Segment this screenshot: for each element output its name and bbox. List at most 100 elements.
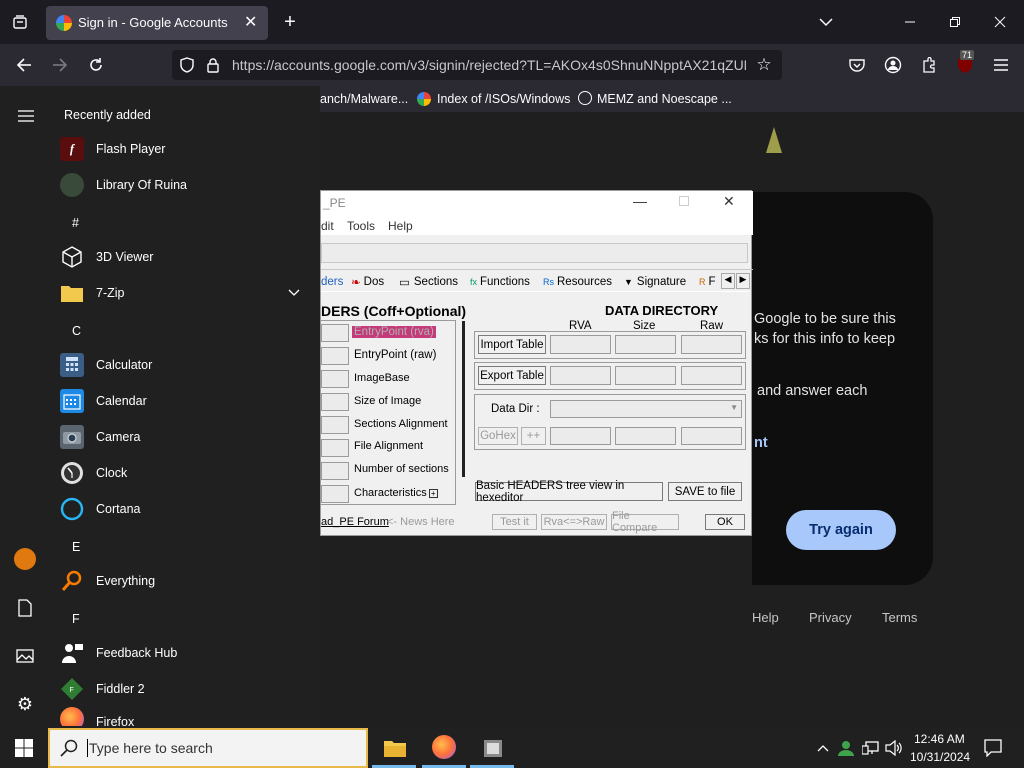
settings-gear-icon[interactable]: ⚙ <box>14 693 36 715</box>
app-calendar[interactable]: Calendar <box>60 383 147 419</box>
sections-alignment-value[interactable] <box>321 416 349 434</box>
account-icon[interactable] <box>882 54 904 76</box>
app-camera[interactable]: Camera <box>60 419 140 455</box>
tab-signature[interactable]: ▼ Signature <box>624 273 686 291</box>
entrypoint-raw-value[interactable] <box>321 347 349 365</box>
import-size-field[interactable] <box>615 335 676 354</box>
back-icon[interactable] <box>12 53 36 77</box>
expand-menu-icon[interactable] <box>14 106 38 126</box>
new-tab-icon[interactable]: + <box>278 10 302 34</box>
show-hidden-icons-chevron[interactable] <box>814 738 832 758</box>
notification-center-icon[interactable] <box>982 737 1004 759</box>
data-dir-rva-field[interactable] <box>550 427 611 445</box>
menu-tools[interactable]: Tools <box>347 219 375 233</box>
people-tray-icon[interactable] <box>836 738 856 758</box>
tab-overview-icon[interactable] <box>8 10 32 34</box>
lock-icon[interactable] <box>204 56 222 74</box>
section-letter[interactable]: F <box>72 612 80 626</box>
menu-help[interactable]: Help <box>388 219 413 233</box>
data-dir-raw-field[interactable] <box>681 427 742 445</box>
data-dir-size-field[interactable] <box>615 427 676 445</box>
app-everything[interactable]: Everything <box>60 563 155 599</box>
app-fiddler-2[interactable]: F Fiddler 2 <box>60 671 145 707</box>
imagebase-value[interactable] <box>321 370 349 388</box>
footer-terms-link[interactable]: Terms <box>882 610 917 625</box>
bookmark-item[interactable]: anch/Malware... <box>320 92 408 106</box>
clock-time[interactable]: 12:46 AM <box>914 732 965 746</box>
test-it-button[interactable]: Test it <box>492 514 537 530</box>
app-3d-viewer[interactable]: 3D Viewer <box>60 239 153 275</box>
pocket-icon[interactable] <box>846 54 868 76</box>
app-flash-player[interactable]: f Flash Player <box>60 131 165 167</box>
file-compare-button[interactable]: File Compare <box>611 510 679 534</box>
reload-icon[interactable] <box>84 53 108 77</box>
export-size-field[interactable] <box>615 366 676 385</box>
basic-headers-tree-button[interactable]: Basic HEADERS tree view in hexeditor <box>475 480 663 504</box>
browser-tab[interactable]: Sign in - Google Accounts ✕ <box>46 6 268 40</box>
number-of-sections-value[interactable] <box>321 462 349 480</box>
tab-scroll-right-icon[interactable]: ▶ <box>736 273 750 289</box>
list-tabs-chevron-icon[interactable] <box>814 10 838 34</box>
file-path-field[interactable] <box>321 243 748 263</box>
bookmark-item[interactable]: Index of /ISOs/Windows <box>437 92 570 106</box>
file-alignment-value[interactable] <box>321 439 349 457</box>
app-7-zip[interactable]: 7-Zip <box>60 275 300 311</box>
import-raw-field[interactable] <box>681 335 742 354</box>
import-rva-field[interactable] <box>550 335 611 354</box>
bookmark-star-icon[interactable]: ☆ <box>754 55 774 75</box>
app-library-of-ruina[interactable]: Library Of Ruina <box>60 167 187 203</box>
app-clock[interactable]: Clock <box>60 455 127 491</box>
tab-resources[interactable]: Rs Resources <box>543 273 612 291</box>
save-to-file-button[interactable]: SAVE to file <box>668 482 742 501</box>
tab-scroll-left-icon[interactable]: ◀ <box>721 273 735 289</box>
export-table-button[interactable]: Export Table <box>478 366 546 385</box>
footer-privacy-link[interactable]: Privacy <box>809 610 852 625</box>
plusplus-button[interactable]: ++ <box>521 427 546 445</box>
data-dir-select[interactable]: ▼ <box>550 400 742 418</box>
documents-icon[interactable] <box>14 597 36 619</box>
studpe-maximize-icon[interactable] <box>679 196 689 206</box>
extensions-icon[interactable] <box>918 54 940 76</box>
tab-dos[interactable]: ❧ Dos <box>351 273 384 291</box>
close-tab-icon[interactable]: ✕ <box>244 12 257 32</box>
chevron-down-icon[interactable] <box>288 286 300 300</box>
import-table-button[interactable]: Import Table <box>478 335 546 354</box>
rva-raw-button[interactable]: Rva<=>Raw <box>541 514 607 530</box>
export-raw-field[interactable] <box>681 366 742 385</box>
export-rva-field[interactable] <box>550 366 611 385</box>
characteristics-value[interactable] <box>321 485 349 503</box>
hamburger-menu-icon[interactable] <box>990 54 1012 76</box>
tab-headers[interactable]: ders <box>321 273 343 291</box>
section-letter[interactable]: E <box>72 540 80 554</box>
forum-link[interactable]: ad_PE Forum <box>321 516 389 528</box>
forward-icon[interactable] <box>48 53 72 77</box>
address-bar[interactable]: https://accounts.google.com/v3/signin/re… <box>172 50 782 80</box>
taskbar-search-box[interactable]: Type here to search <box>48 728 368 768</box>
pictures-icon[interactable] <box>14 645 36 667</box>
expand-plus-icon[interactable]: + <box>428 489 438 498</box>
section-letter[interactable]: # <box>72 216 79 230</box>
studpe-taskbar-icon[interactable] <box>480 736 506 760</box>
tab-sections[interactable]: ▭ Sections <box>399 273 458 291</box>
close-window-icon[interactable] <box>988 10 1012 34</box>
minimize-icon[interactable] <box>898 10 922 34</box>
try-again-button[interactable]: Try again <box>786 510 896 550</box>
restore-icon[interactable] <box>943 10 967 34</box>
ok-button[interactable]: OK <box>705 514 745 530</box>
network-icon[interactable] <box>861 738 881 758</box>
bookmark-item[interactable]: MEMZ and Noescape ... <box>597 92 732 106</box>
studpe-close-icon[interactable]: ✕ <box>723 193 735 210</box>
user-avatar[interactable] <box>14 548 36 570</box>
volume-icon[interactable] <box>884 738 904 758</box>
tab-functions[interactable]: fx Functions <box>470 273 530 291</box>
gohex-button[interactable]: GoHex <box>478 427 518 445</box>
characteristics-label[interactable]: Characteristics + <box>354 487 438 499</box>
app-cortana[interactable]: Cortana <box>60 491 140 527</box>
file-explorer-icon[interactable] <box>382 736 408 760</box>
tracking-shield-icon[interactable] <box>178 56 196 74</box>
app-calculator[interactable]: Calculator <box>60 347 152 383</box>
menu-edit[interactable]: dit <box>321 219 334 233</box>
firefox-taskbar-icon[interactable] <box>432 735 456 759</box>
dropdown-arrow-icon[interactable]: ▼ <box>730 403 738 412</box>
footer-help-link[interactable]: Help <box>752 610 779 625</box>
